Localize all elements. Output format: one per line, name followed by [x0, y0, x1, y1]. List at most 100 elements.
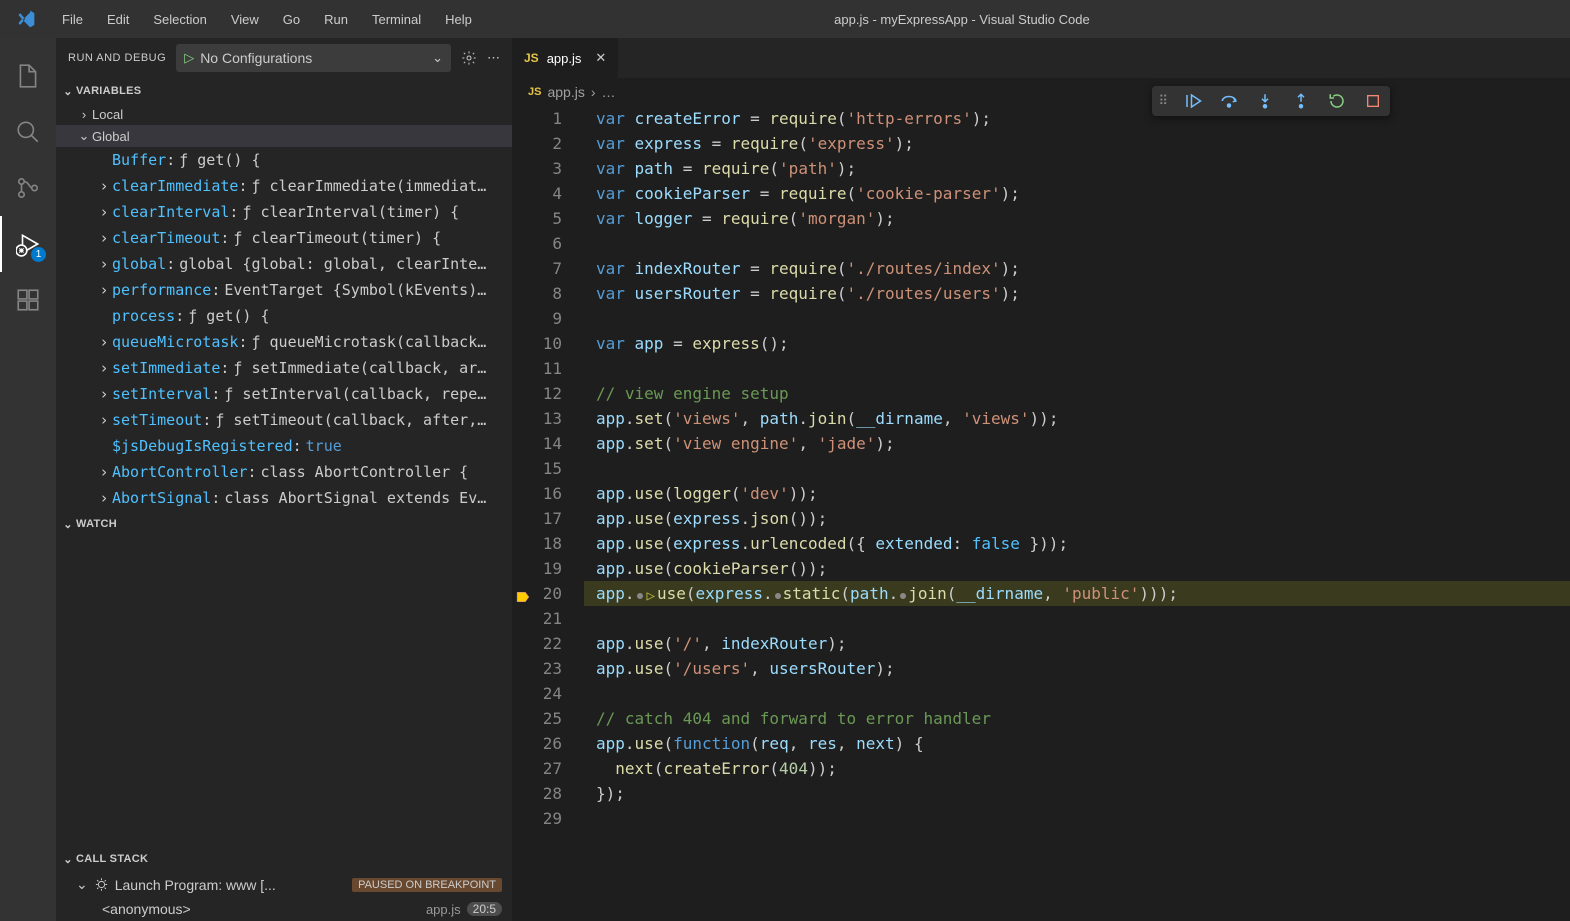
- code-line[interactable]: [596, 231, 1570, 256]
- line-number[interactable]: 20: [512, 581, 562, 606]
- code-line[interactable]: var cookieParser = require('cookie-parse…: [596, 181, 1570, 206]
- code-line[interactable]: app.use(cookieParser());: [596, 556, 1570, 581]
- code-line[interactable]: // catch 404 and forward to error handle…: [596, 706, 1570, 731]
- debug-config-dropdown[interactable]: ▷ No Configurations ⌄: [176, 44, 451, 72]
- line-number[interactable]: 14: [512, 431, 562, 456]
- line-number[interactable]: 17: [512, 506, 562, 531]
- variables-header[interactable]: ⌄ VARIABLES: [56, 78, 512, 104]
- code-line[interactable]: app.set('view engine', 'jade');: [596, 431, 1570, 456]
- code-line[interactable]: // view engine setup: [596, 381, 1570, 406]
- code-line[interactable]: next(createError(404));: [596, 756, 1570, 781]
- line-number[interactable]: 6: [512, 231, 562, 256]
- line-number[interactable]: 15: [512, 456, 562, 481]
- start-debug-icon[interactable]: ▷: [184, 50, 194, 66]
- callstack-header[interactable]: ⌄ CALL STACK: [56, 846, 512, 872]
- code-line[interactable]: [596, 306, 1570, 331]
- code-line[interactable]: var createError = require('http-errors')…: [596, 106, 1570, 131]
- code-line[interactable]: [596, 356, 1570, 381]
- line-number[interactable]: 23: [512, 656, 562, 681]
- code-line[interactable]: var path = require('path');: [596, 156, 1570, 181]
- line-number[interactable]: 10: [512, 331, 562, 356]
- line-number[interactable]: 19: [512, 556, 562, 581]
- variable-row[interactable]: ›AbortSignal: class AbortSignal extends …: [56, 485, 512, 511]
- variable-row[interactable]: ›setImmediate: ƒ setImmediate(callback, …: [56, 355, 512, 381]
- scope-global[interactable]: ⌄ Global: [56, 125, 512, 147]
- line-number[interactable]: 22: [512, 631, 562, 656]
- chevron-down-icon[interactable]: ⌄: [432, 50, 443, 66]
- code-line[interactable]: var usersRouter = require('./routes/user…: [596, 281, 1570, 306]
- line-number[interactable]: 21: [512, 606, 562, 631]
- code-line[interactable]: [596, 456, 1570, 481]
- code-line[interactable]: var indexRouter = require('./routes/inde…: [596, 256, 1570, 281]
- breadcrumb[interactable]: JS app.js › …: [512, 78, 1570, 106]
- code-line[interactable]: app.use(logger('dev'));: [596, 481, 1570, 506]
- drag-grip-icon[interactable]: ⠿: [1158, 93, 1168, 109]
- line-number[interactable]: 11: [512, 356, 562, 381]
- line-number[interactable]: 2: [512, 131, 562, 156]
- code-line[interactable]: var app = express();: [596, 331, 1570, 356]
- activity-search-icon[interactable]: [0, 104, 56, 160]
- code-line[interactable]: app.use('/', indexRouter);: [596, 631, 1570, 656]
- gutter[interactable]: 1234567891011121314151617181920212223242…: [512, 106, 584, 921]
- code-lines[interactable]: var createError = require('http-errors')…: [584, 106, 1570, 921]
- callstack-program[interactable]: ⌄ Launch Program: www [... PAUSED ON BRE…: [56, 872, 512, 897]
- variable-row[interactable]: ›setInterval: ƒ setInterval(callback, re…: [56, 381, 512, 407]
- code-line[interactable]: [596, 806, 1570, 831]
- menu-selection[interactable]: Selection: [141, 4, 218, 35]
- callstack-frame[interactable]: <anonymous> app.js 20:5: [56, 897, 512, 921]
- step-out-button[interactable]: [1290, 90, 1312, 112]
- activity-scm-icon[interactable]: [0, 160, 56, 216]
- close-icon[interactable]: ✕: [595, 50, 606, 66]
- scope-local[interactable]: › Local: [56, 104, 512, 125]
- variable-row[interactable]: $jsDebugIsRegistered: true: [56, 433, 512, 459]
- line-number[interactable]: 4: [512, 181, 562, 206]
- menu-run[interactable]: Run: [312, 4, 360, 35]
- step-into-button[interactable]: [1254, 90, 1276, 112]
- variable-row[interactable]: Buffer: ƒ get() {: [56, 147, 512, 173]
- breadcrumb-more[interactable]: …: [602, 84, 616, 100]
- menu-go[interactable]: Go: [271, 4, 312, 35]
- variable-row[interactable]: ›clearImmediate: ƒ clearImmediate(immedi…: [56, 173, 512, 199]
- restart-button[interactable]: [1326, 90, 1348, 112]
- line-number[interactable]: 5: [512, 206, 562, 231]
- line-number[interactable]: 26: [512, 731, 562, 756]
- line-number[interactable]: 24: [512, 681, 562, 706]
- variable-row[interactable]: ›performance: EventTarget {Symbol(kEvent…: [56, 277, 512, 303]
- debug-toolbar[interactable]: ⠿: [1152, 86, 1390, 116]
- menu-help[interactable]: Help: [433, 4, 484, 35]
- activity-extensions-icon[interactable]: [0, 272, 56, 328]
- variable-row[interactable]: ›clearInterval: ƒ clearInterval(timer) {: [56, 199, 512, 225]
- activity-debug-icon[interactable]: 1: [0, 216, 56, 272]
- tab-app-js[interactable]: JS app.js ✕: [512, 38, 619, 78]
- line-number[interactable]: 12: [512, 381, 562, 406]
- line-number[interactable]: 13: [512, 406, 562, 431]
- variable-row[interactable]: ›queueMicrotask: ƒ queueMicrotask(callba…: [56, 329, 512, 355]
- variable-row[interactable]: ›clearTimeout: ƒ clearTimeout(timer) {: [56, 225, 512, 251]
- line-number[interactable]: 16: [512, 481, 562, 506]
- code-line[interactable]: });: [596, 781, 1570, 806]
- code-line[interactable]: app.use(function(req, res, next) {: [596, 731, 1570, 756]
- line-number[interactable]: 29: [512, 806, 562, 831]
- menu-terminal[interactable]: Terminal: [360, 4, 433, 35]
- line-number[interactable]: 27: [512, 756, 562, 781]
- variable-row[interactable]: process: ƒ get() {: [56, 303, 512, 329]
- code-line[interactable]: var logger = require('morgan');: [596, 206, 1570, 231]
- line-number[interactable]: 3: [512, 156, 562, 181]
- continue-button[interactable]: [1182, 90, 1204, 112]
- stop-button[interactable]: [1362, 90, 1384, 112]
- code-line[interactable]: app.use(express.json());: [596, 506, 1570, 531]
- more-icon[interactable]: ⋯: [487, 50, 500, 66]
- line-number[interactable]: 7: [512, 256, 562, 281]
- step-over-button[interactable]: [1218, 90, 1240, 112]
- code-line[interactable]: [596, 681, 1570, 706]
- code-line[interactable]: app.use('/users', usersRouter);: [596, 656, 1570, 681]
- line-number[interactable]: 8: [512, 281, 562, 306]
- activity-files-icon[interactable]: [0, 48, 56, 104]
- variable-row[interactable]: ›setTimeout: ƒ setTimeout(callback, afte…: [56, 407, 512, 433]
- code-line[interactable]: [596, 606, 1570, 631]
- watch-header[interactable]: ⌄ WATCH: [56, 511, 512, 537]
- breadcrumb-file[interactable]: app.js: [547, 84, 584, 100]
- code-editor[interactable]: 1234567891011121314151617181920212223242…: [512, 106, 1570, 921]
- line-number[interactable]: 25: [512, 706, 562, 731]
- line-number[interactable]: 28: [512, 781, 562, 806]
